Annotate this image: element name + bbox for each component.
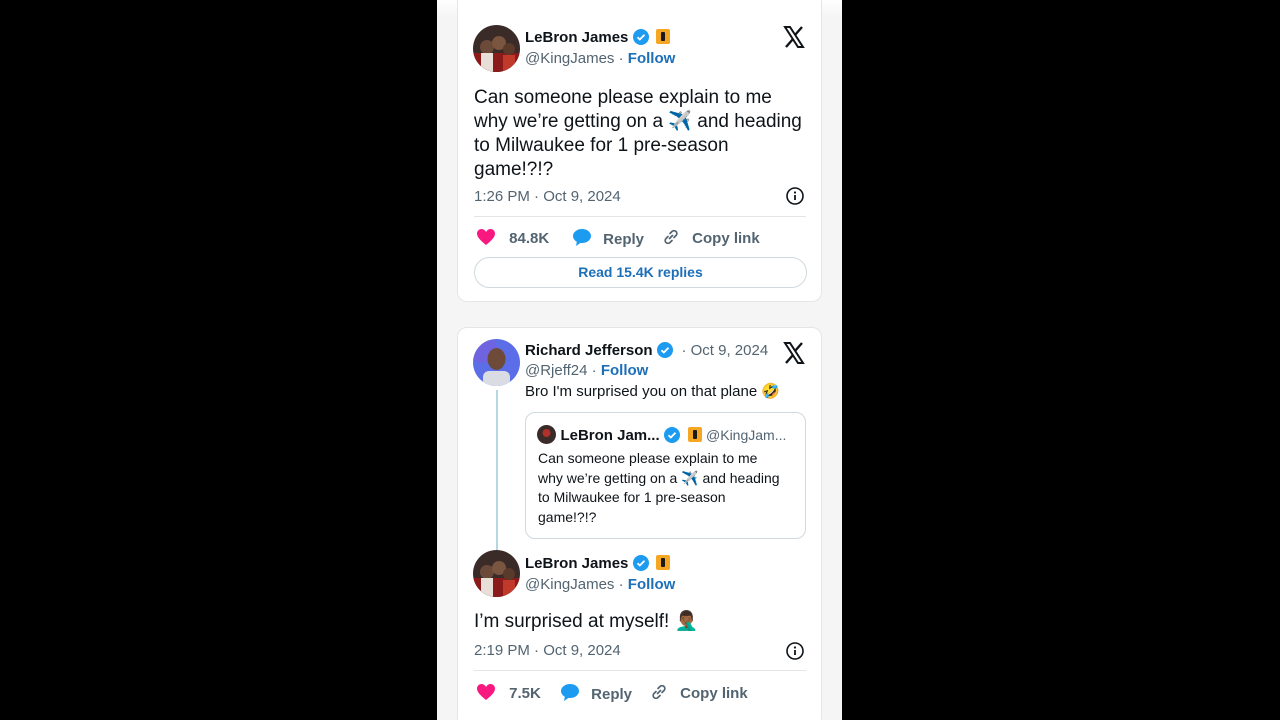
tweet-text: Bro I'm surprised you on that plane 🤣 (525, 383, 780, 400)
reply-bubble-icon (573, 229, 591, 246)
author-handle[interactable]: @Rjeff24 (525, 362, 587, 379)
like-count: 7.5K (509, 685, 541, 702)
follow-button[interactable]: Follow (628, 50, 676, 67)
screenshot-panel: LeBron James @KingJames · Follow Can som… (437, 0, 842, 720)
link-icon (664, 229, 678, 245)
verified-badge-icon (664, 427, 681, 443)
handle-line: @Rjeff24 · Follow (525, 362, 648, 379)
divider (474, 216, 806, 217)
quote-text: Can someone please explain to me why we’… (538, 450, 780, 525)
like-button[interactable]: 84.8K (476, 228, 549, 247)
flame-emoji-icon (656, 29, 671, 44)
quote-author-name: LeBron Jam... (560, 427, 660, 444)
separator: · (591, 362, 597, 379)
x-logo-icon[interactable] (782, 341, 806, 370)
info-icon[interactable] (786, 642, 804, 660)
author-name[interactable]: Richard Jefferson (525, 342, 653, 359)
verified-badge-icon (657, 342, 673, 358)
author-name[interactable]: LeBron James (525, 29, 628, 46)
quote-avatar (537, 425, 556, 444)
like-button[interactable]: 7.5K (476, 683, 541, 702)
reply-bubble-icon (561, 684, 579, 701)
copy-link-button[interactable]: Copy link (650, 683, 748, 702)
author-line: LeBron James (525, 29, 671, 47)
heart-icon (477, 684, 495, 700)
author-name[interactable]: LeBron James (525, 555, 628, 572)
x-logo-icon[interactable] (782, 25, 806, 56)
tweet-timestamp[interactable]: 2:19 PM · Oct 9, 2024 (474, 642, 621, 659)
separator: · (618, 576, 624, 593)
tweet-card-thread[interactable]: Richard Jefferson · Oct 9, 2024 @Rjeff24… (457, 327, 822, 720)
avatar[interactable] (473, 550, 520, 597)
author-handle[interactable]: @KingJames (525, 50, 614, 67)
quoted-tweet[interactable]: LeBron Jam... @KingJam... Can someone pl… (525, 412, 806, 539)
quote-author-line: LeBron Jam... @KingJam... (537, 425, 786, 445)
tweet-text: I’m surprised at myself! 🤦🏾‍♂️ (474, 611, 699, 632)
quote-author-handle: @KingJam... (706, 427, 787, 443)
copy-link-button[interactable]: Copy link (662, 228, 760, 247)
tweet-timestamp[interactable]: 1:26 PM · Oct 9, 2024 (474, 188, 621, 205)
flame-emoji-icon (687, 427, 702, 442)
reply-button[interactable]: Reply (572, 228, 644, 248)
reply-button[interactable]: Reply (560, 683, 632, 703)
separator: · (618, 50, 624, 67)
avatar[interactable] (473, 25, 520, 72)
reply-label: Reply (603, 231, 645, 248)
heart-icon (477, 229, 495, 245)
flame-emoji-icon (656, 555, 671, 570)
reply-label: Reply (591, 686, 633, 703)
author-line: LeBron James (525, 555, 671, 573)
info-icon[interactable] (786, 187, 804, 205)
like-count: 84.8K (509, 230, 550, 247)
read-replies-button[interactable]: Read 15.4K replies (474, 257, 807, 288)
author-handle[interactable]: @KingJames (525, 576, 614, 593)
divider (474, 670, 806, 671)
link-icon (652, 684, 666, 700)
author-line: Richard Jefferson · Oct 9, 2024 (525, 342, 768, 360)
copy-link-label: Copy link (680, 685, 748, 702)
copy-link-label: Copy link (692, 230, 760, 247)
handle-line: @KingJames · Follow (525, 50, 675, 67)
follow-button[interactable]: Follow (601, 362, 649, 379)
verified-badge-icon (632, 555, 649, 571)
handle-line: @KingJames · Follow (525, 576, 675, 593)
verified-badge-icon (632, 29, 649, 45)
thread-connector (496, 390, 498, 550)
tweet-card-lebron[interactable]: LeBron James @KingJames · Follow Can som… (457, 0, 822, 302)
tweet-date[interactable]: · Oct 9, 2024 (681, 342, 768, 359)
follow-button[interactable]: Follow (628, 576, 676, 593)
avatar[interactable] (473, 339, 520, 386)
tweet-text: Can someone please explain to me why we’… (474, 87, 802, 180)
